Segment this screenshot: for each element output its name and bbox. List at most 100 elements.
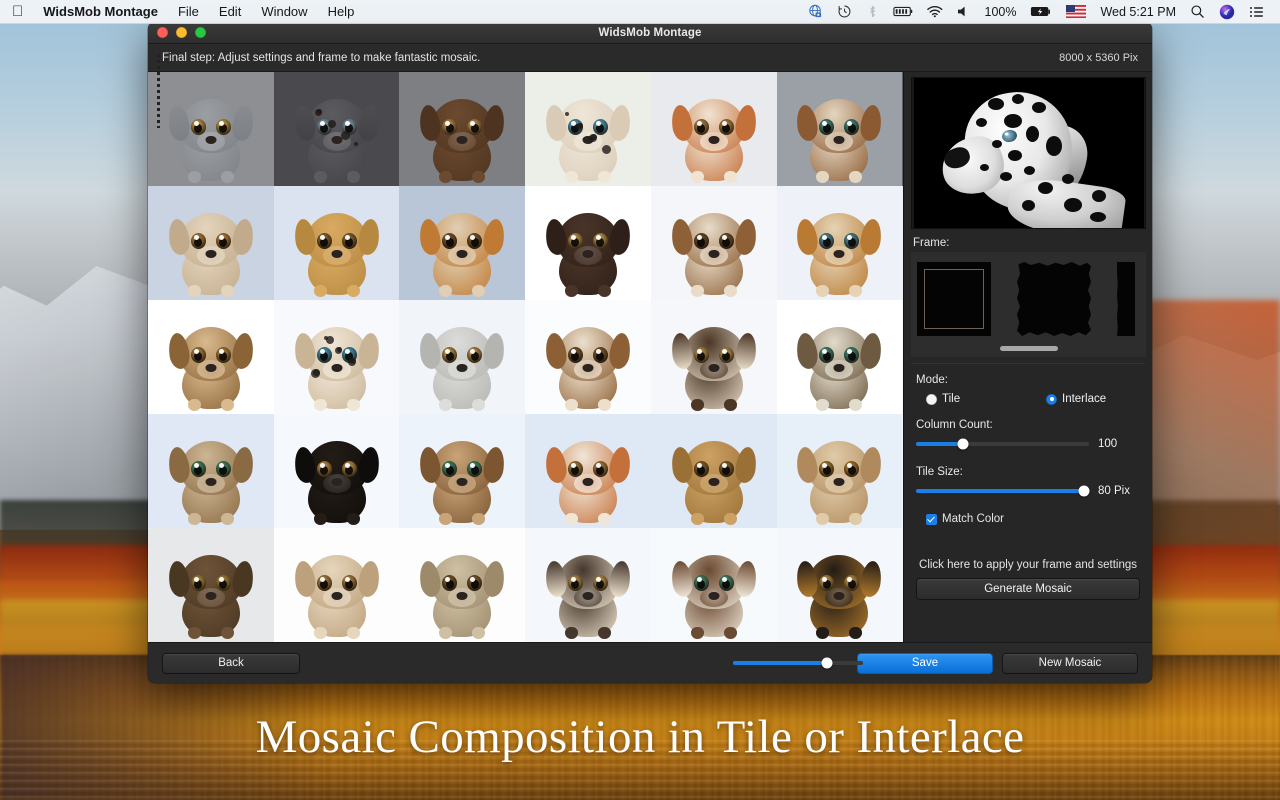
dalmatian-spot [1021,200,1035,211]
puppy-thumbnail [417,327,507,412]
search-icon[interactable] [1183,4,1212,19]
frame-option-classic[interactable] [917,262,991,336]
globe-vpn-icon[interactable] [801,4,830,19]
siri-icon[interactable] [1212,4,1242,20]
mosaic-controls: Mode: Tile Interlace Column Count: 100 T… [904,364,1152,571]
source-image-preview[interactable] [911,77,1146,229]
radio-interlace-indicator[interactable] [1046,393,1057,405]
match-color-label: Match Color [942,513,1004,525]
tile-size-value: 80 Pix [1098,485,1130,497]
puppy-thumbnail [669,555,759,640]
column-count-slider-row: 100 [916,438,1140,450]
menu-bar-left:  WidsMob Montage File Edit Window Help [0,0,364,24]
mosaic-tile [902,300,903,414]
menu-bar-status-area: 100% Wed 5:21 PM [801,0,1280,24]
mosaic-tile [902,72,903,186]
column-count-value: 100 [1098,438,1118,450]
battery-charging-icon[interactable] [1023,5,1059,18]
puppy-thumbnail [795,441,884,526]
puppy-thumbnail [669,327,759,412]
menu-item-help[interactable]: Help [318,0,365,24]
mosaic-tile [650,186,777,300]
apple-logo-icon[interactable]:  [10,0,33,24]
menu-item-app[interactable]: WidsMob Montage [33,0,168,24]
apply-hint-text: Click here to apply your frame and setti… [919,559,1137,571]
puppy-thumbnail [292,441,381,526]
mosaic-tile [399,528,526,642]
frame-picker[interactable] [157,54,1146,357]
mosaic-tile-grid [148,72,903,642]
tile-size-label: Tile Size: [916,466,963,478]
puppy-thumbnail [166,441,256,526]
puppy-thumbnail [669,213,759,298]
dalmatian-spot [999,172,1012,181]
mosaic-canvas[interactable] [148,72,903,642]
mosaic-tile [273,414,400,528]
menu-item-window[interactable]: Window [251,0,317,24]
radio-option-interlace[interactable]: Interlace [1046,393,1106,405]
menu-bar:  WidsMob Montage File Edit Window Help [0,0,1280,24]
step-instruction: Final step: Adjust settings and frame to… [162,51,481,64]
battery-bar-icon[interactable] [886,5,920,18]
mosaic-tile [650,300,777,414]
wifi-icon[interactable] [920,5,950,18]
puppy-thumbnail [669,441,759,526]
mosaic-tile [273,72,400,186]
frame-thumbnail-strip[interactable] [157,54,1146,338]
puppy-thumbnail [795,327,884,412]
save-button[interactable]: Save [857,652,993,674]
dalmatian-spot [991,140,1002,148]
mosaic-tile [776,300,903,414]
column-count-slider[interactable] [916,438,1089,450]
radio-tile-indicator[interactable] [926,393,937,405]
mosaic-tile [148,72,274,186]
mosaic-tile [148,528,274,642]
bluetooth-icon[interactable] [859,4,886,19]
puppy-thumbnail [543,555,633,640]
output-dimensions: 8000 x 5360 Pix [1059,51,1138,64]
back-button[interactable]: Back [162,652,300,674]
tile-size-slider-thumb[interactable] [1078,485,1090,497]
match-color-checkbox-row[interactable]: Match Color [926,513,1140,525]
menu-item-file[interactable]: File [168,0,209,24]
mosaic-tile [399,300,526,414]
frame-option-partial[interactable] [1117,262,1135,336]
mosaic-tile [902,414,903,528]
frame-strip-scrollbar[interactable] [999,346,1058,351]
tile-size-slider[interactable] [916,485,1090,497]
puppy-thumbnail [166,99,256,184]
new-mosaic-button[interactable]: New Mosaic [1002,652,1138,674]
bottom-toolbar: Back Save New Mosaic [148,642,1152,683]
desktop:  WidsMob Montage File Edit Window Help [0,0,1280,800]
mode-radio-group: Tile Interlace [926,393,1140,405]
frame-option-rough[interactable] [1017,262,1091,336]
time-machine-icon[interactable] [830,4,859,19]
dalmatian-spot [1045,136,1062,156]
zoom-slider[interactable] [733,657,863,669]
window-titlebar[interactable]: WidsMob Montage [148,22,1152,44]
mosaic-tile [776,186,903,300]
us-flag-icon[interactable] [1059,5,1093,18]
mosaic-tile [148,414,274,528]
puppy-thumbnail [543,441,633,526]
mosaic-tile [525,528,651,642]
radio-tile-label: Tile [942,393,961,405]
column-count-slider-thumb[interactable] [957,438,969,450]
dalmatian-spot [1031,102,1046,113]
zoom-slider-thumb[interactable] [821,657,833,669]
frame-section-label: Frame: [913,237,950,249]
dalmatian-spot [1023,166,1035,175]
mosaic-tile [399,72,526,186]
dalmatian-spot [1007,150,1022,161]
mosaic-tile [776,414,903,528]
mosaic-tile [148,300,274,414]
column-count-slider-fill [916,442,963,446]
volume-icon[interactable] [950,5,978,18]
generate-mosaic-button[interactable]: Generate Mosaic [916,578,1140,600]
radio-option-tile[interactable]: Tile [926,393,1046,405]
radio-interlace-label: Interlace [1062,393,1107,405]
match-color-checkbox[interactable] [926,513,937,525]
menu-bar-clock[interactable]: Wed 5:21 PM [1093,0,1183,24]
menu-item-edit[interactable]: Edit [209,0,251,24]
control-center-icon[interactable] [1242,5,1272,19]
